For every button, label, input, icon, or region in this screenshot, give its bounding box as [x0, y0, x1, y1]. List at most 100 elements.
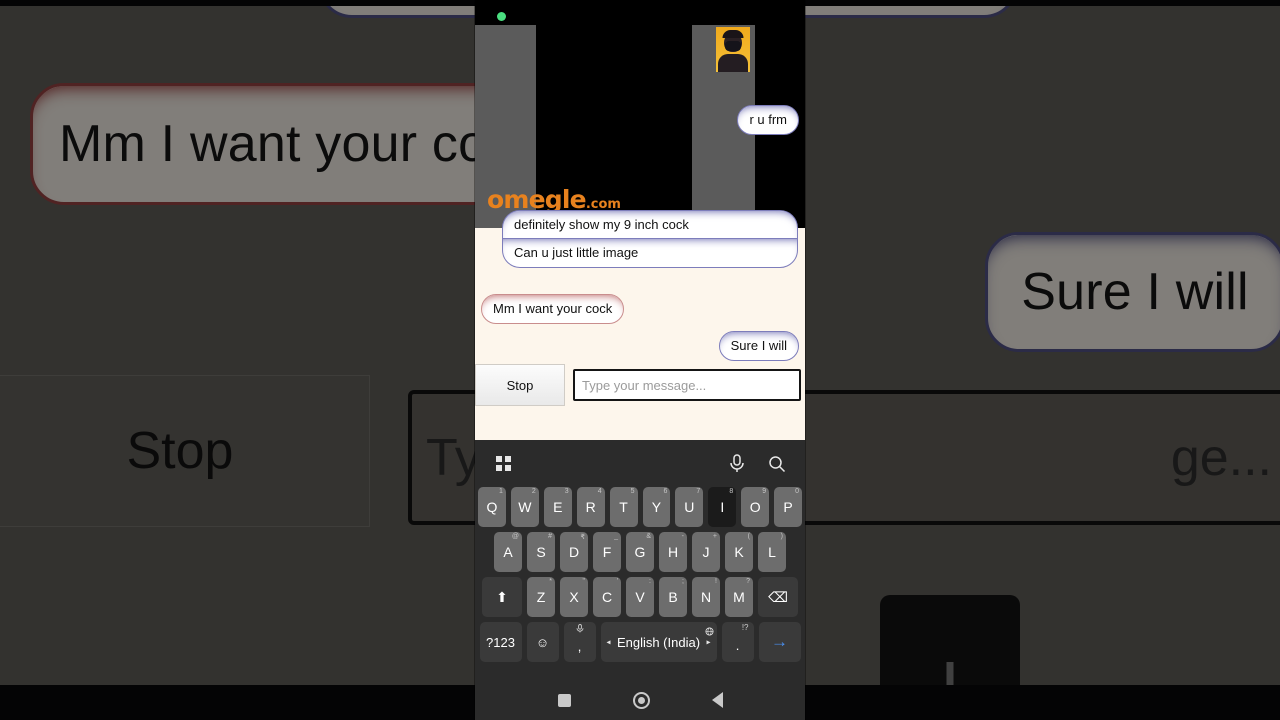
- key-sup: _: [614, 533, 618, 540]
- key-label: J: [702, 544, 710, 560]
- shift-key[interactable]: ⬆: [482, 577, 522, 617]
- emoji-key[interactable]: ☺: [526, 622, 559, 662]
- key-sup: 0: [795, 488, 800, 495]
- key-d[interactable]: ₹ D: [560, 532, 588, 572]
- symbols-key[interactable]: ?123: [479, 622, 522, 662]
- key-s[interactable]: # S: [527, 532, 555, 572]
- key-label: I: [720, 499, 725, 515]
- key-x[interactable]: " X: [560, 577, 588, 617]
- key-sup: ;: [682, 578, 684, 585]
- key-a[interactable]: @ A: [494, 532, 522, 572]
- chat-message-4: Sure I will: [718, 331, 799, 362]
- key-sup: 2: [531, 488, 536, 495]
- key-label: S: [536, 544, 546, 560]
- key-sup: +: [712, 533, 717, 540]
- period-key-label: .: [735, 637, 740, 653]
- key-label: E: [553, 499, 563, 515]
- chat-message-3: Mm I want your cock: [481, 294, 625, 325]
- key-u[interactable]: 7U: [675, 487, 704, 527]
- key-sup: &: [646, 533, 651, 540]
- key-g[interactable]: & G: [626, 532, 654, 572]
- key-label: W: [518, 499, 532, 515]
- key-t[interactable]: 5T: [609, 487, 638, 527]
- key-sup: ": [582, 578, 586, 585]
- key-f[interactable]: _ F: [593, 532, 621, 572]
- chat-message-2: Can u just little image: [502, 238, 798, 269]
- key-o[interactable]: 9O: [741, 487, 770, 527]
- android-navigation-bar: [475, 680, 805, 720]
- key-sup: ₹: [580, 534, 585, 541]
- key-label: N: [700, 589, 712, 605]
- key-label: M: [733, 589, 745, 605]
- message-input-bar: Stop Type your message...: [475, 364, 805, 406]
- key-sup: 5: [630, 488, 635, 495]
- key-q[interactable]: 1Q: [477, 487, 506, 527]
- key-label: C: [601, 589, 613, 605]
- keyboard-row-1: 1Q2W3E4R5T6Y7U8I9O0P: [475, 487, 805, 527]
- microphone-icon[interactable]: [725, 452, 749, 476]
- key-k[interactable]: (K: [725, 532, 753, 572]
- key-y[interactable]: 6Y: [642, 487, 671, 527]
- key-n[interactable]: ! N: [692, 577, 720, 617]
- on-screen-keyboard: 1Q2W3E4R5T6Y7U8I9O0P @ A # S ₹ D _ F & G - H + J(K) L …: [475, 440, 805, 680]
- bg-message-field-right: ge...: [770, 390, 1280, 525]
- message-field-wrapper: Type your message...: [565, 364, 805, 406]
- key-label: P: [783, 499, 793, 515]
- chat-message-0: r u frm: [737, 105, 799, 136]
- key-sup: :: [649, 578, 651, 585]
- key-sup: ': [616, 578, 618, 585]
- key-e[interactable]: 3E: [543, 487, 572, 527]
- key-label: X: [569, 589, 579, 605]
- key-m[interactable]: ? M: [725, 577, 753, 617]
- key-v[interactable]: :V: [626, 577, 654, 617]
- space-key[interactable]: ◂ English (India) ▸: [600, 622, 717, 662]
- search-icon[interactable]: [765, 452, 789, 476]
- microphone-icon-small: [576, 624, 584, 635]
- back-button[interactable]: [711, 692, 723, 708]
- key-sup: *: [549, 578, 552, 585]
- period-key[interactable]: !? .: [721, 622, 754, 662]
- space-prev-arrow[interactable]: ◂: [607, 638, 611, 647]
- keyboard-row-4: ?123 ☺ , ◂ English (India) ▸ !? . →: [475, 622, 805, 662]
- comma-key-label: ,: [577, 639, 582, 654]
- chat-message-1: definitely show my 9 inch cock: [502, 210, 798, 241]
- keyboard-row-2: @ A # S ₹ D _ F & G - H + J(K) L: [475, 532, 805, 572]
- key-label: Q: [486, 499, 498, 515]
- comma-key[interactable]: ,: [563, 622, 596, 662]
- key-label: G: [634, 544, 646, 560]
- key-label: ⌫: [768, 588, 788, 605]
- recents-button[interactable]: [557, 693, 571, 707]
- enter-key[interactable]: →: [758, 622, 801, 662]
- key-b[interactable]: ; B: [659, 577, 687, 617]
- grid-icon[interactable]: [491, 452, 515, 476]
- key-l[interactable]: ) L: [758, 532, 786, 572]
- key-z[interactable]: * Z: [527, 577, 555, 617]
- key-label: A: [503, 544, 513, 560]
- key-label: ⬆: [496, 588, 508, 605]
- space-key-label: English (India): [616, 634, 701, 650]
- key-label: D: [568, 544, 580, 560]
- message-input[interactable]: Type your message...: [573, 369, 801, 401]
- key-sup: 7: [696, 488, 701, 495]
- self-camera-preview[interactable]: [716, 27, 750, 72]
- key-label: U: [684, 499, 695, 515]
- chat-transcript[interactable]: r u frm definitely show my 9 inch cock C…: [475, 105, 805, 366]
- key-w[interactable]: 2W: [510, 487, 539, 527]
- key-label: Z: [536, 589, 546, 605]
- key-label: Y: [651, 499, 662, 515]
- key-r[interactable]: 4R: [576, 487, 605, 527]
- home-button[interactable]: [632, 691, 650, 709]
- key-h[interactable]: -H: [659, 532, 687, 572]
- backspace-key[interactable]: ⌫: [758, 577, 798, 617]
- key-j[interactable]: + J: [692, 532, 720, 572]
- key-sup: (: [747, 533, 750, 540]
- recording-status-dot: [497, 12, 506, 21]
- globe-icon[interactable]: [704, 624, 714, 639]
- key-sup: 8: [729, 488, 734, 495]
- key-c[interactable]: ' C: [593, 577, 621, 617]
- key-label: R: [585, 499, 596, 515]
- key-p[interactable]: 0P: [774, 487, 803, 527]
- stop-button[interactable]: Stop: [475, 364, 565, 406]
- key-i[interactable]: 8I: [708, 487, 737, 527]
- key-sup: 6: [663, 488, 668, 495]
